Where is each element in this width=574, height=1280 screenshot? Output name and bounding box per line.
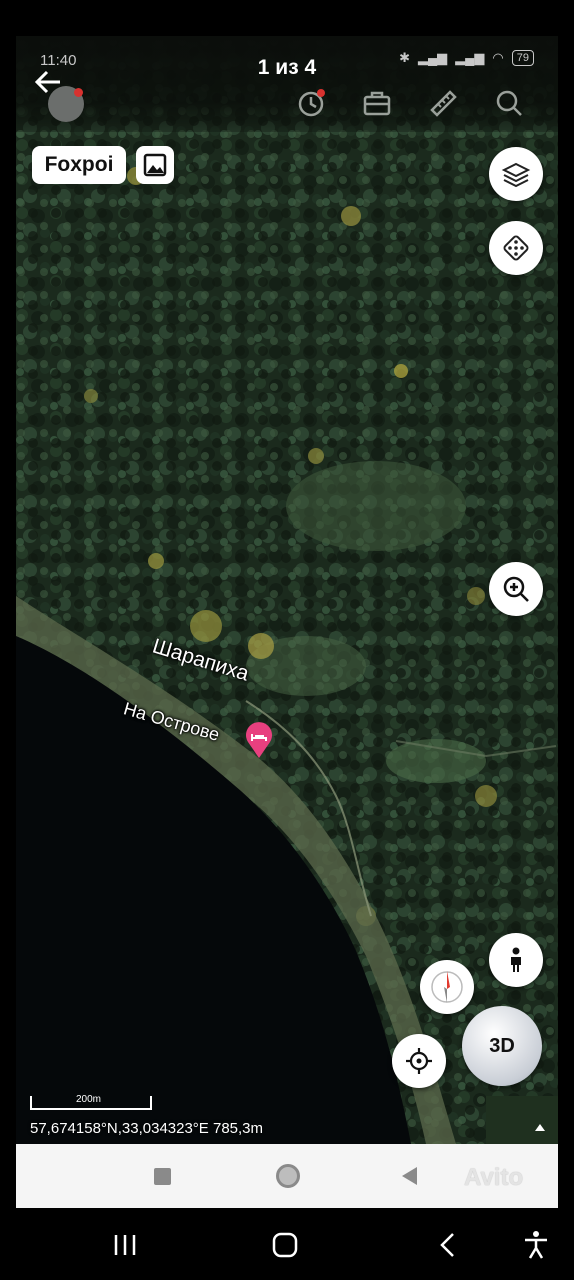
photo-counter: 1 из 4 (257, 56, 317, 79)
my-location-button[interactable] (392, 1034, 446, 1088)
search-icon[interactable] (492, 86, 526, 120)
layers-icon (501, 162, 531, 188)
notification-dot (74, 88, 83, 97)
history-icon[interactable] (294, 86, 328, 120)
3d-globe-button[interactable]: 3D (462, 1006, 542, 1086)
system-nav-bar (0, 1208, 574, 1280)
back-icon[interactable] (400, 1166, 418, 1186)
dice-icon (503, 235, 529, 261)
home-icon[interactable] (276, 1164, 300, 1188)
hotel-pin-icon[interactable] (244, 720, 274, 760)
zoom-in-icon (503, 576, 529, 602)
layers-button[interactable] (489, 147, 543, 201)
foxpoi-button[interactable]: Foxpoi (32, 146, 126, 184)
compass-button[interactable] (420, 960, 474, 1014)
image-icon (143, 153, 167, 177)
coordinates-readout: 57,674158°N,33,034323°E 785,3m (30, 1120, 264, 1137)
home-button-icon[interactable] (272, 1232, 298, 1258)
expand-up-icon[interactable] (534, 1122, 546, 1132)
compass-icon (431, 971, 463, 1003)
phone-status-bar: 11:40 ✱ ▂▄▆ ▂▄▆ ◠ 79 (16, 36, 558, 132)
scale-label: 200m (76, 1094, 102, 1105)
gallery-top-bar (0, 0, 574, 40)
photo-layer-button[interactable] (136, 146, 174, 184)
zoom-in-button[interactable] (489, 562, 543, 616)
random-place-button[interactable] (489, 221, 543, 275)
recents-icon[interactable] (154, 1168, 171, 1185)
crosshair-icon (406, 1048, 432, 1074)
screenshot-nav-bar: Avito (16, 1144, 558, 1208)
ruler-icon[interactable] (426, 86, 460, 120)
avito-watermark: Avito (464, 1164, 524, 1191)
system-back-icon[interactable] (438, 1232, 456, 1258)
street-view-button[interactable] (489, 933, 543, 987)
screenshot-content: 11:40 ✱ ▂▄▆ ▂▄▆ ◠ 79 Foxpoi 3D Шарапиха … (16, 36, 558, 1208)
briefcase-icon[interactable] (360, 86, 394, 120)
accessibility-icon[interactable] (522, 1230, 550, 1260)
recent-apps-icon[interactable] (112, 1234, 138, 1256)
person-icon (511, 947, 521, 972)
back-arrow-icon[interactable] (30, 64, 66, 100)
3d-label: 3D (489, 1034, 515, 1057)
